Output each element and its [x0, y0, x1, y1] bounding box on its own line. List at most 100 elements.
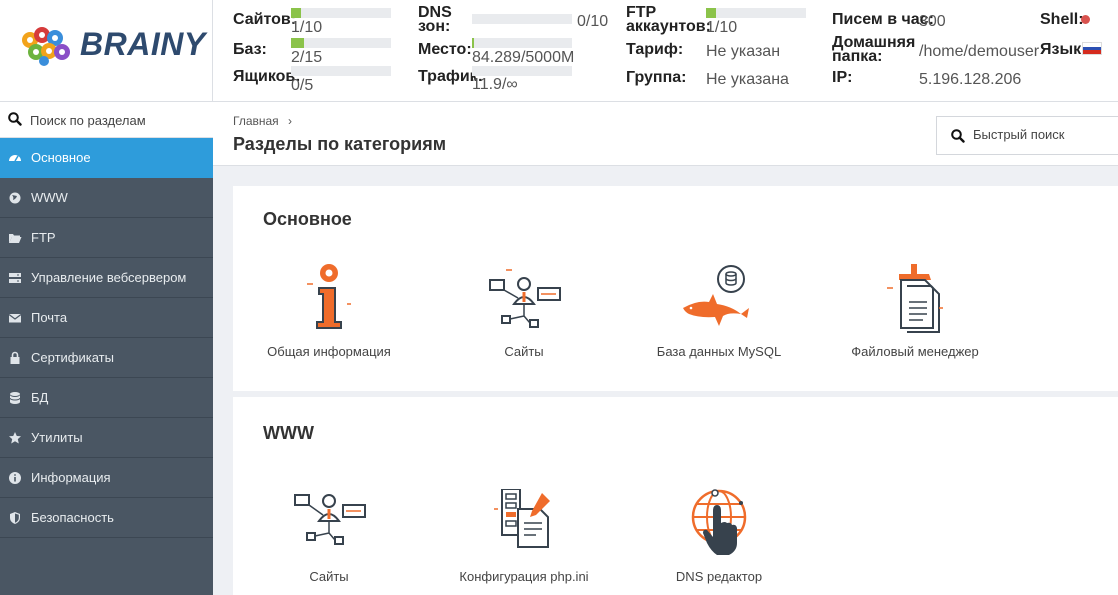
sites-value: 1/10	[291, 19, 323, 36]
tile-label: Общая информация	[267, 344, 391, 359]
info-icon	[307, 264, 351, 329]
tile-label: DNS редактор	[675, 569, 763, 584]
traffic-bar	[472, 66, 572, 76]
tile-label: Сайты	[309, 569, 349, 584]
section-title: WWW	[263, 423, 314, 443]
tariff-value: Не указан	[706, 43, 781, 60]
dns-label: DNS зон:	[418, 4, 452, 35]
space-value: 84.289/5000M	[472, 49, 575, 66]
home-label: Домашняя папка:	[832, 34, 916, 65]
envelope-icon	[8, 314, 22, 323]
tile-dns-editor[interactable]: DNS редактор	[624, 489, 814, 595]
section-title: Основное	[263, 209, 352, 229]
star-icon	[9, 432, 21, 444]
sidebar-item-certificates[interactable]: Сертификаты	[0, 338, 213, 378]
sidebar-item-db[interactable]: БД	[0, 378, 213, 418]
search-icon	[951, 129, 965, 143]
server-icon	[9, 273, 21, 283]
sidebar-item-label: Сертификаты	[31, 350, 114, 365]
php-config-icon	[494, 489, 550, 548]
sidebar-item-ftp[interactable]: FTP	[0, 218, 213, 258]
shell-status-dot	[1081, 15, 1090, 24]
search-icon	[8, 112, 22, 126]
dashboard-icon	[9, 155, 21, 162]
sidebar-item-security[interactable]: Безопасность	[0, 498, 213, 538]
dns-value: 0/10	[577, 13, 609, 30]
file-manager-icon	[887, 264, 943, 333]
ftp-bar	[706, 8, 806, 18]
ip-label: IP:	[832, 69, 853, 86]
breadcrumb-separator-icon: ›	[288, 114, 293, 128]
tile-label: Сайты	[504, 344, 544, 359]
russia-flag-icon[interactable]	[1082, 42, 1102, 55]
group-label: Группа:	[626, 69, 687, 86]
tile-label: Конфигурация php.ini	[459, 569, 589, 584]
brand-logo[interactable]: BRAINY	[0, 0, 213, 102]
tile-mysql[interactable]: База данных MySQL	[624, 264, 814, 374]
tile-php-config[interactable]: Конфигурация php.ini	[429, 489, 619, 595]
tile-general-info[interactable]: Общая информация	[234, 264, 424, 374]
sidebar-search[interactable]	[0, 102, 213, 138]
boxes-value: 0/5	[291, 77, 314, 94]
dbs-value: 2/15	[291, 49, 323, 66]
tile-file-manager[interactable]: Файловый менеджер	[820, 264, 1010, 374]
sidebar-item-label: Основное	[31, 150, 91, 165]
tariff-label: Тариф:	[626, 41, 684, 58]
ftp-value: 1/10	[706, 19, 738, 36]
sidebar-item-label: Управление вебсервером	[31, 270, 187, 285]
sidebar-item-mail[interactable]: Почта	[0, 298, 213, 338]
top-header: BRAINY Сайтов: 1/10 Баз: 2/15 Ящиков: 0/…	[0, 0, 1118, 102]
breadcrumb: Главная ›	[233, 114, 292, 128]
sidebar-item-utilities[interactable]: Утилиты	[0, 418, 213, 458]
sidebar-item-webserver[interactable]: Управление вебсервером	[0, 258, 213, 298]
sidebar-item-www[interactable]: WWW	[0, 178, 213, 218]
sidebar-item-label: FTP	[31, 230, 56, 245]
sidebar-item-label: WWW	[31, 190, 68, 205]
dbs-bar	[291, 38, 391, 48]
space-bar	[472, 38, 572, 48]
sites-label: Сайтов:	[233, 11, 297, 28]
sidebar-item-label: Информация	[31, 470, 111, 485]
gears-logo-icon	[22, 27, 70, 66]
space-label: Место:	[418, 41, 472, 58]
sidebar-item-information[interactable]: Информация	[0, 458, 213, 498]
folder-open-icon	[9, 234, 22, 243]
ftp-label: FTP аккаунтов:	[626, 4, 711, 35]
section-www: WWW Сайты Конфигурация php.ini DNS редак…	[233, 397, 1118, 595]
lock-icon	[10, 351, 20, 364]
breadcrumb-home[interactable]: Главная	[233, 114, 279, 128]
database-icon	[9, 392, 21, 404]
tile-sites[interactable]: Сайты	[429, 264, 619, 374]
sidebar-item-label: БД	[31, 390, 49, 405]
tile-label: Файловый менеджер	[851, 344, 979, 359]
boxes-bar	[291, 66, 391, 76]
sites-icon	[489, 269, 561, 328]
dns-bar	[472, 14, 572, 24]
sidebar-item-main[interactable]: Основное	[0, 138, 213, 178]
sites-bar	[291, 8, 391, 18]
traffic-value: 11.9/∞	[472, 76, 518, 93]
shell-label: Shell:	[1040, 11, 1084, 28]
sidebar: Основное WWW FTP Управление вебсервером …	[0, 102, 213, 595]
sidebar-search-input[interactable]	[30, 110, 205, 130]
brand-name: BRAINY	[80, 26, 206, 62]
mysql-dolphin-icon	[683, 265, 749, 326]
home-value: /home/demouser	[919, 43, 1040, 60]
dbs-label: Баз:	[233, 41, 267, 58]
section-main: Основное Общая информация Сайты База дан…	[233, 186, 1118, 391]
sidebar-item-label: Безопасность	[31, 510, 114, 525]
lang-label: Язык:	[1040, 41, 1087, 58]
mails-value: 300	[919, 13, 946, 30]
globe-icon	[9, 192, 21, 204]
quick-search-input[interactable]	[973, 127, 1113, 142]
quick-search[interactable]	[936, 116, 1118, 155]
shield-icon	[10, 512, 20, 524]
tile-sites-www[interactable]: Сайты	[234, 489, 424, 595]
main-content: Главная › Разделы по категориям Основное…	[213, 102, 1118, 595]
sidebar-item-label: Почта	[31, 310, 68, 325]
sidebar-item-label: Утилиты	[31, 430, 83, 445]
page-title: Разделы по категориям	[233, 134, 447, 154]
content-topbar: Главная › Разделы по категориям	[213, 102, 1118, 166]
sites-icon	[294, 494, 366, 545]
group-value: Не указана	[706, 71, 789, 88]
